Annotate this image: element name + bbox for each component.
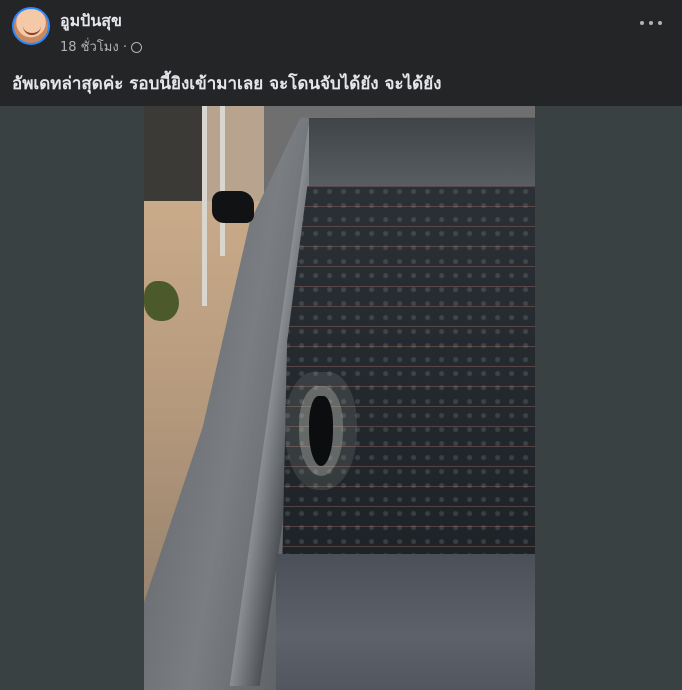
car-roof xyxy=(309,118,535,190)
author-avatar[interactable] xyxy=(12,7,50,45)
avatar-face xyxy=(23,23,41,35)
more-options-icon[interactable] xyxy=(640,14,662,32)
post-header: อูมปันสุข 18 ชั่วโมง · xyxy=(0,0,682,60)
facebook-post: อูมปันสุข 18 ชั่วโมง · อัพเดทล่าสุดค่ะ ร… xyxy=(0,0,682,690)
post-timestamp[interactable]: 18 ชั่วโมง · xyxy=(60,36,127,57)
post-meta: 18 ชั่วโมง · xyxy=(60,36,142,57)
post-caption: อัพเดทล่าสุดค่ะ รอบนี้ยิงเข้ามาเลย จะโดน… xyxy=(12,74,442,94)
post-photo[interactable] xyxy=(144,106,535,690)
author-name[interactable]: อูมปันสุข xyxy=(60,9,122,34)
side-mirror xyxy=(212,191,254,223)
shattered-rear-window xyxy=(282,186,535,576)
globe-icon xyxy=(130,42,142,53)
background-pole xyxy=(220,106,225,256)
background-pole xyxy=(202,106,207,306)
background-grass xyxy=(144,281,179,321)
car-trunk xyxy=(276,554,535,690)
bullet-hole xyxy=(309,396,333,466)
post-media[interactable] xyxy=(0,106,682,690)
